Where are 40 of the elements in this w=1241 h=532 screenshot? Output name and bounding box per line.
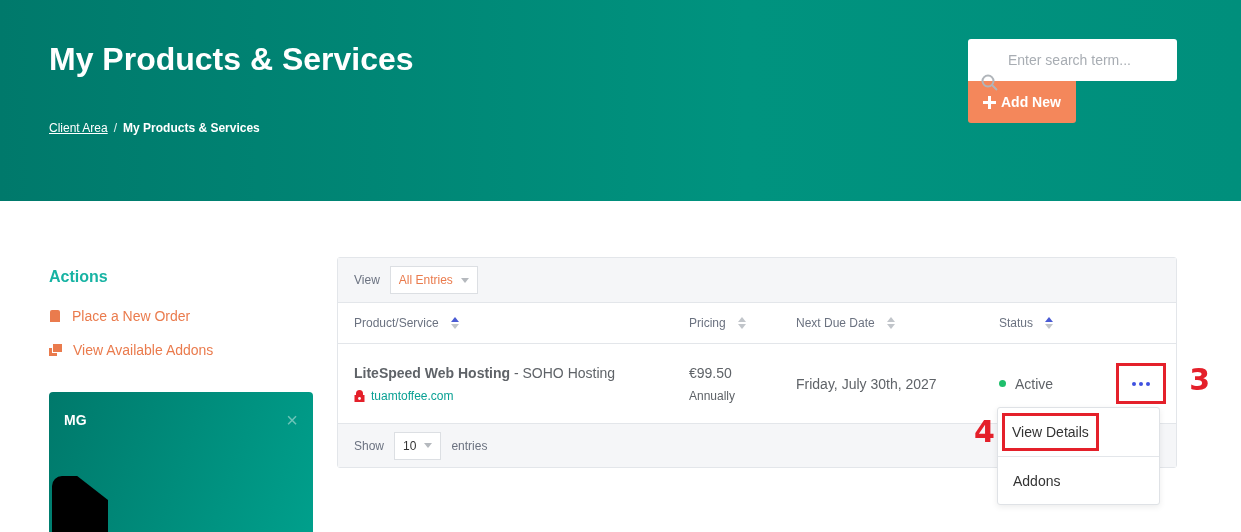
due-date: Friday, July 30th, 2027 (796, 375, 938, 392)
squares-icon (49, 344, 62, 356)
sidebar-heading: Actions (49, 268, 109, 286)
column-header[interactable]: Product/Service (354, 316, 439, 330)
promo-title: MG (64, 412, 87, 430)
column-header[interactable]: Next Due Date (796, 316, 875, 330)
caret-icon (424, 443, 433, 448)
column-header[interactable]: Status (999, 316, 1034, 330)
sort-icon[interactable] (1045, 317, 1054, 329)
entries-select[interactable]: 10 (394, 431, 442, 460)
sidebar-link[interactable]: Place a New Order (49, 308, 313, 324)
product-name: LiteSpeed Web Hosting - SOHO Hosting (354, 364, 617, 381)
dots-icon (1132, 381, 1150, 386)
dark-shape (52, 476, 108, 532)
caret-icon (460, 277, 469, 283)
menu-item[interactable]: View Details (998, 408, 1159, 456)
breadcrumb-link[interactable]: Client Area (49, 121, 108, 135)
search-field[interactable]: Enter search term... (968, 39, 1177, 81)
price: €99.50 (689, 364, 733, 381)
menu-item[interactable]: Addons (998, 456, 1159, 504)
domain-link[interactable]: tuamtoffee.com (354, 388, 673, 403)
lock-icon (354, 389, 365, 402)
search-icon (981, 74, 999, 92)
show-label: Show (354, 438, 385, 453)
view-label: View (354, 273, 380, 287)
status-text: Active (1015, 375, 1054, 392)
breadcrumb-current: My Products & Services (123, 121, 260, 135)
sort-icon[interactable] (450, 317, 459, 329)
plus-icon (983, 95, 996, 109)
entries-label: entries (451, 438, 488, 453)
sidebar-link[interactable]: View Available Addons (49, 342, 313, 358)
more-button[interactable] (1116, 363, 1166, 404)
breadcrumb-separator: / (113, 121, 118, 135)
bag-icon (49, 310, 61, 322)
page-title: My Products & Services (49, 40, 414, 79)
annotation-number: 4 (974, 414, 995, 449)
billing-cycle: Annually (689, 388, 737, 403)
annotation-number: 3 (1189, 362, 1210, 397)
column-header[interactable]: Pricing (689, 316, 726, 330)
view-select[interactable]: All Entries (389, 266, 478, 294)
